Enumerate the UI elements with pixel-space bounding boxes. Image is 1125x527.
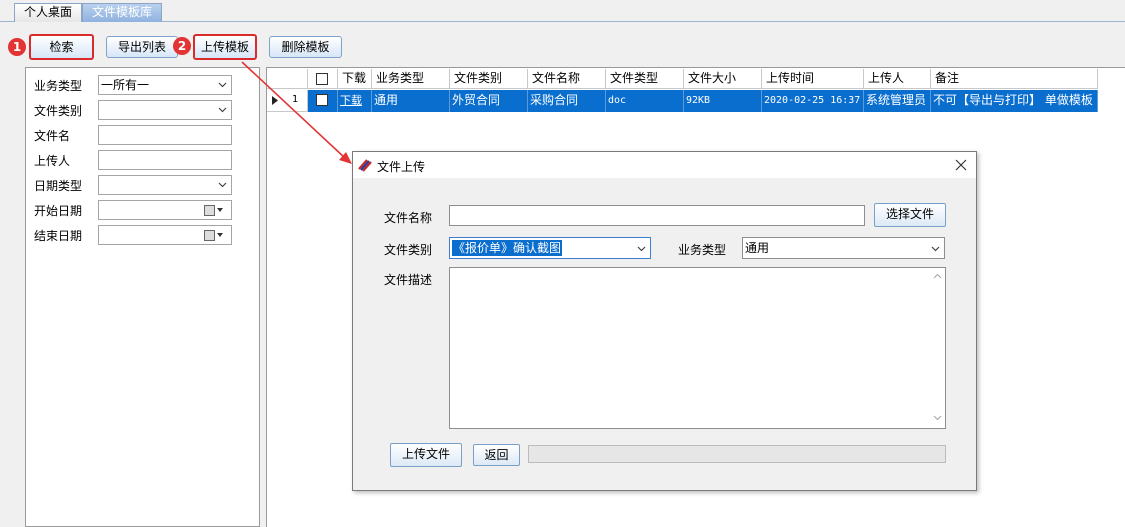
dialog-file-category-select[interactable]: 《报价单》确认截图	[449, 237, 651, 259]
file-upload-dialog: 文件上传 文件名称 选择文件 文件类别 《报价单》确认截图 业务类型 通用 文件…	[352, 151, 977, 491]
upload-progress-bar	[528, 445, 946, 463]
dialog-business-type-label: 业务类型	[678, 243, 727, 257]
description-scrollbar[interactable]	[930, 268, 945, 428]
back-button[interactable]: 返回	[473, 444, 520, 466]
dialog-file-name-label: 文件名称	[384, 211, 433, 225]
dialog-business-type-select[interactable]: 通用	[742, 237, 945, 259]
close-icon[interactable]	[955, 159, 967, 171]
dialog-description-label: 文件描述	[384, 273, 433, 287]
dialog-description-textarea[interactable]	[449, 267, 946, 429]
dialog-titlebar[interactable]: 文件上传	[353, 152, 976, 178]
dialog-file-category-value: 《报价单》确认截图	[452, 240, 563, 256]
upload-file-button[interactable]: 上传文件	[390, 443, 462, 467]
choose-file-button[interactable]: 选择文件	[874, 203, 946, 227]
scroll-down-icon[interactable]	[933, 415, 942, 421]
dialog-title: 文件上传	[377, 160, 426, 174]
scroll-up-icon[interactable]	[933, 273, 942, 279]
dialog-file-category-label: 文件类别	[384, 243, 433, 257]
dialog-business-type-value: 通用	[745, 241, 770, 255]
chevron-down-icon	[931, 246, 940, 252]
app-logo-icon	[358, 159, 372, 172]
chevron-down-icon	[637, 246, 646, 252]
dialog-file-name-input[interactable]	[449, 205, 865, 226]
